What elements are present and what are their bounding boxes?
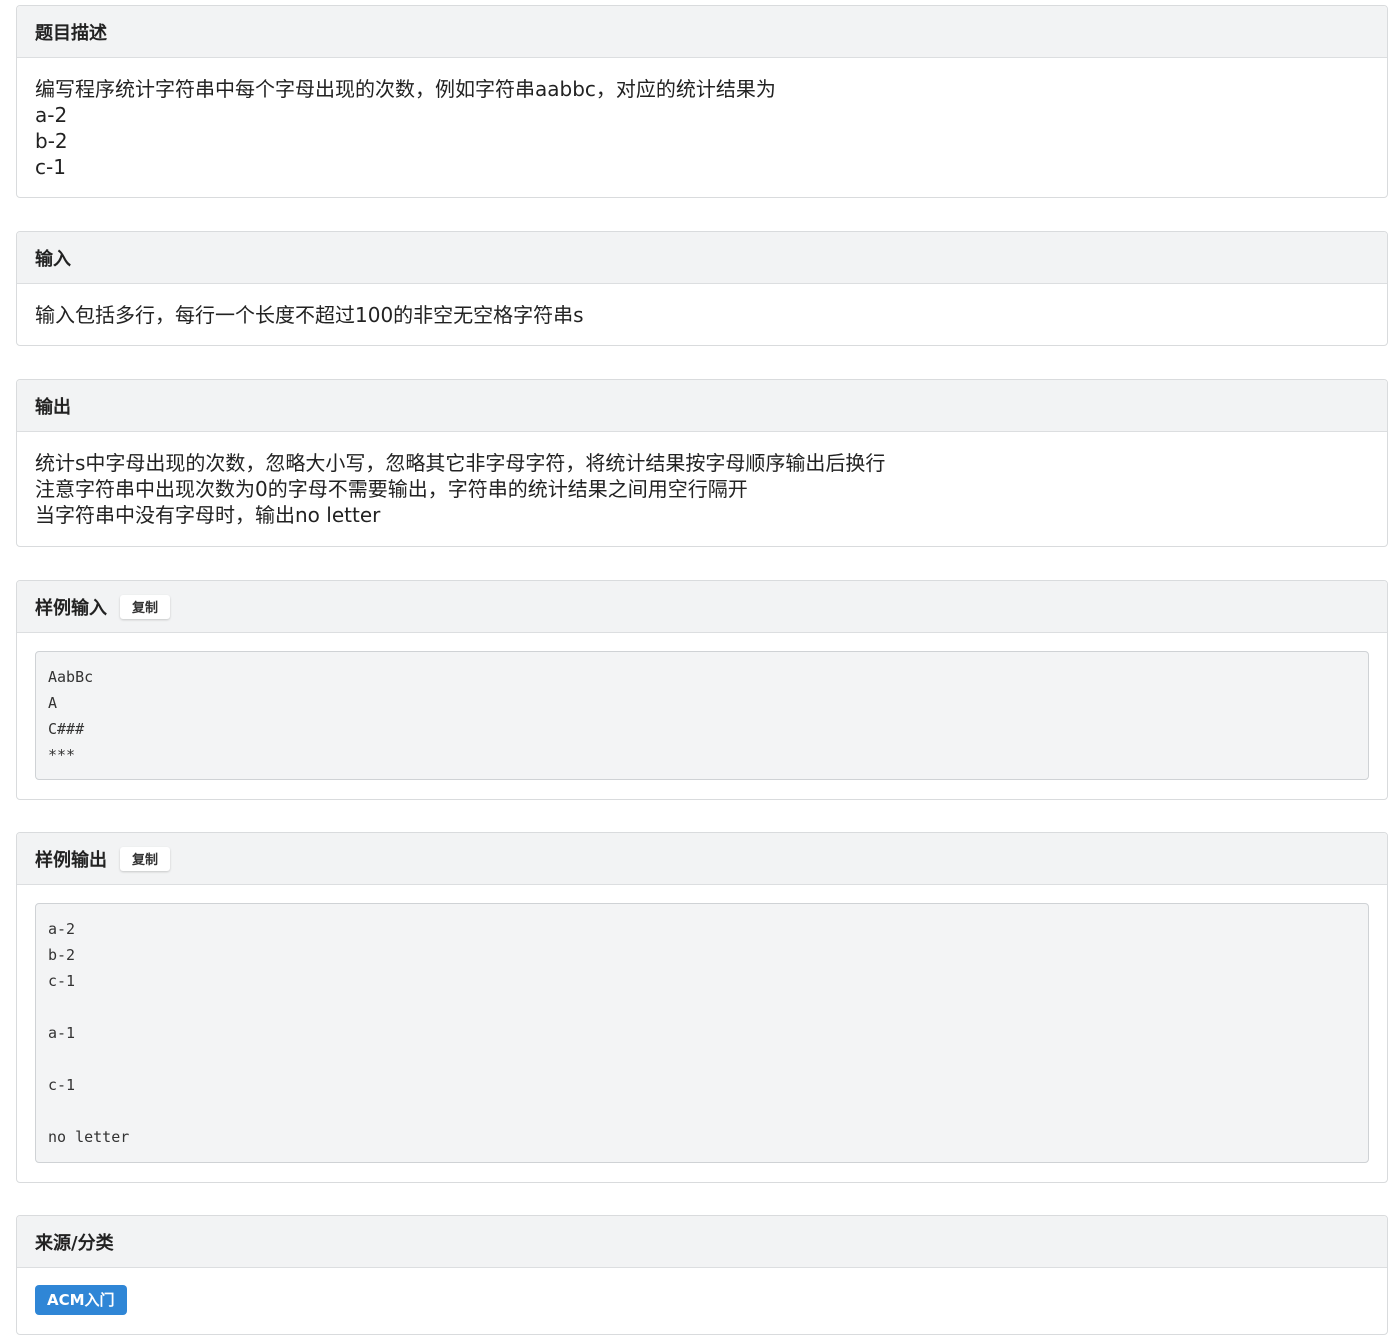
code-line: b-2 [48, 946, 76, 964]
code-line: c-1 [48, 1076, 76, 1094]
code-line: AabBc [48, 668, 94, 686]
sample-input-title: 样例输入 [35, 597, 107, 619]
copy-sample-output-button[interactable]: 复制 [120, 846, 170, 871]
code-line: a-1 [48, 1024, 76, 1042]
source-panel: 来源/分类 ACM入门 [16, 1215, 1388, 1335]
code-line: no letter [48, 1128, 130, 1146]
sample-input-header: 样例输入 复制 [17, 581, 1387, 633]
source-body: ACM入门 [17, 1268, 1387, 1333]
code-line: *** [48, 746, 76, 764]
code-line: A [48, 694, 58, 712]
description-panel: 题目描述 编写程序统计字符串中每个字母出现的次数，例如字符串aabbc，对应的统… [16, 5, 1388, 198]
input-line: 输入包括多行，每行一个长度不超过100的非空无空格字符串s [35, 303, 584, 327]
description-body: 编写程序统计字符串中每个字母出现的次数，例如字符串aabbc，对应的统计结果为 … [17, 58, 1387, 198]
sample-input-panel: 样例输入 复制 AabBc A C### *** [16, 580, 1388, 800]
output-panel: 输出 统计s中字母出现的次数，忽略大小写，忽略其它非字母字符，将统计结果按字母顺… [16, 379, 1388, 547]
input-header: 输入 [17, 232, 1387, 284]
source-header: 来源/分类 [17, 1216, 1387, 1268]
input-body: 输入包括多行，每行一个长度不超过100的非空无空格字符串s [17, 284, 1387, 346]
source-title: 来源/分类 [35, 1232, 114, 1254]
sample-input-code[interactable]: AabBc A C### *** [35, 651, 1369, 780]
output-line: 注意字符串中出现次数为0的字母不需要输出，字符串的统计结果之间用空行隔开 [35, 477, 748, 501]
code-line: c-1 [48, 972, 76, 990]
category-tag[interactable]: ACM入门 [35, 1285, 127, 1315]
copy-sample-input-button[interactable]: 复制 [120, 594, 170, 619]
description-line: a-2 [35, 103, 68, 127]
sample-output-header: 样例输出 复制 [17, 833, 1387, 885]
output-line: 统计s中字母出现的次数，忽略大小写，忽略其它非字母字符，将统计结果按字母顺序输出… [35, 451, 886, 475]
description-line: 编写程序统计字符串中每个字母出现的次数，例如字符串aabbc，对应的统计结果为 [35, 77, 776, 101]
sample-output-code[interactable]: a-2 b-2 c-1 a-1 c-1 no letter [35, 903, 1369, 1163]
sample-output-body: a-2 b-2 c-1 a-1 c-1 no letter [17, 885, 1387, 1181]
sample-input-body: AabBc A C### *** [17, 633, 1387, 798]
output-title: 输出 [35, 396, 71, 418]
description-line: c-1 [35, 155, 66, 179]
code-line: C### [48, 720, 85, 738]
sample-output-title: 样例输出 [35, 849, 107, 871]
output-body: 统计s中字母出现的次数，忽略大小写，忽略其它非字母字符，将统计结果按字母顺序输出… [17, 432, 1387, 546]
description-title: 题目描述 [35, 22, 107, 44]
sample-output-panel: 样例输出 复制 a-2 b-2 c-1 a-1 c-1 no letter [16, 832, 1388, 1183]
output-line: 当字符串中没有字母时，输出no letter [35, 503, 381, 527]
code-line: a-2 [48, 920, 76, 938]
output-header: 输出 [17, 380, 1387, 432]
input-panel: 输入 输入包括多行，每行一个长度不超过100的非空无空格字符串s [16, 231, 1388, 346]
input-title: 输入 [35, 248, 71, 270]
description-header: 题目描述 [17, 6, 1387, 58]
description-line: b-2 [35, 129, 68, 153]
